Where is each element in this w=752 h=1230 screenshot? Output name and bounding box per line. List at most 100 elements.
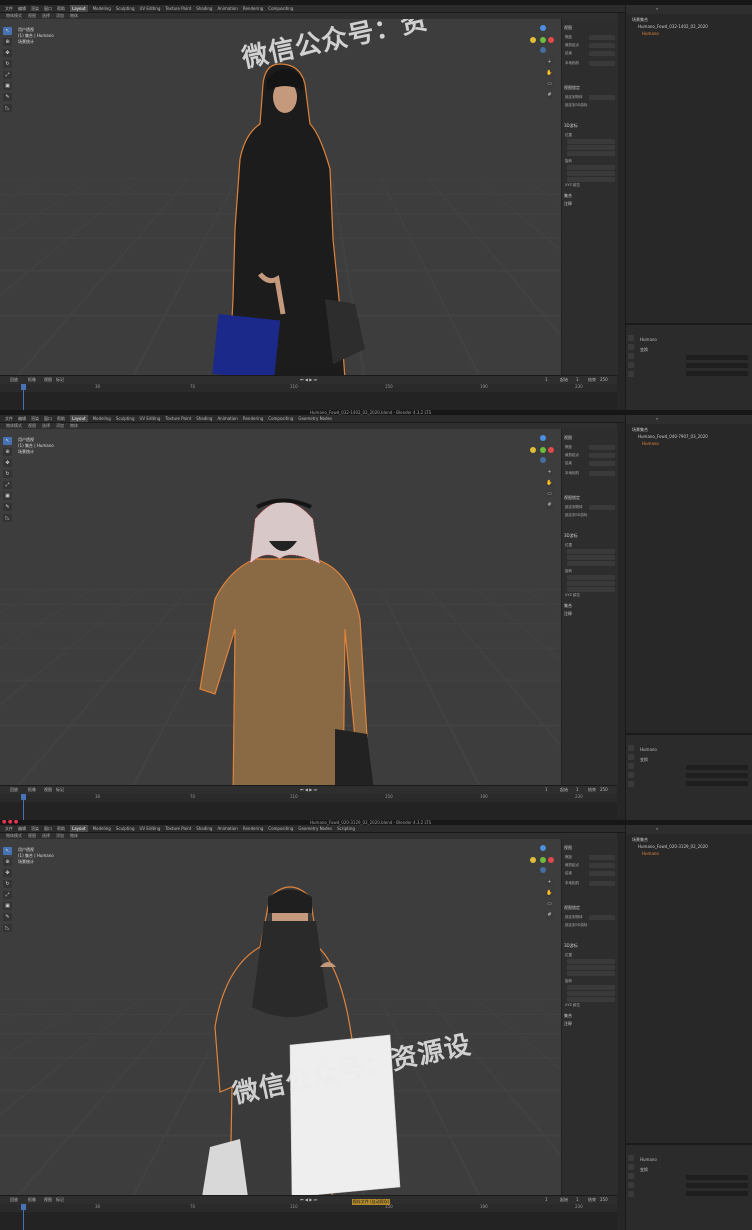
transform-tool-icon[interactable]: ▣: [3, 902, 12, 910]
select-tool-icon[interactable]: ↖: [3, 27, 12, 35]
tab-geometry-nodes[interactable]: Geometry Nodes: [298, 825, 332, 832]
focal-length-value[interactable]: [589, 445, 615, 450]
outliner-scene-collection[interactable]: 场景集合: [632, 17, 648, 23]
z-axis-icon[interactable]: [540, 845, 546, 851]
rot-y-value[interactable]: [567, 171, 615, 176]
scale-field[interactable]: [686, 781, 748, 786]
focal-length-field[interactable]: 焦距: [565, 855, 615, 860]
scale-field[interactable]: [686, 1191, 748, 1196]
lock-object-field[interactable]: 锁定到物体: [565, 505, 615, 510]
cursor-z-value[interactable]: [567, 971, 615, 976]
tab-compositing[interactable]: Compositing: [268, 415, 293, 422]
rot-y-value[interactable]: [567, 991, 615, 996]
rot-z-field[interactable]: [565, 177, 615, 182]
y-axis-icon[interactable]: [530, 37, 536, 43]
outliner-collection-row[interactable]: Humano_Fowd_020-3129_02_2020: [638, 844, 708, 849]
rotate-tool-icon[interactable]: ↻: [3, 60, 12, 68]
frame-end-field[interactable]: 250: [600, 376, 608, 384]
tab-layout[interactable]: Layout: [70, 825, 88, 832]
move-tool-icon[interactable]: ✥: [3, 869, 12, 877]
tab-modeling[interactable]: Modeling: [93, 825, 111, 832]
clip-end-field[interactable]: 结束: [565, 461, 615, 466]
cursor-x-value[interactable]: [567, 549, 615, 554]
cursor-x-field[interactable]: [565, 959, 615, 964]
object-props-icon[interactable]: [628, 1182, 634, 1188]
outliner-search-icon[interactable]: ⌕: [656, 6, 658, 11]
cursor-tool-icon[interactable]: ⊕: [3, 858, 12, 866]
focal-length-value[interactable]: [589, 35, 615, 40]
scale-field[interactable]: [686, 371, 748, 376]
menu-window[interactable]: 窗口: [44, 5, 52, 12]
rotation-field[interactable]: [686, 1183, 748, 1188]
cursor-z-field[interactable]: [565, 971, 615, 976]
playback-controls-icon[interactable]: ⏮ ◀ ▶ ⏭: [300, 1196, 317, 1204]
rot-z-value[interactable]: [567, 177, 615, 182]
rot-y-field[interactable]: [565, 171, 615, 176]
tab-animation[interactable]: Animation: [217, 5, 237, 12]
location-field[interactable]: [686, 1175, 748, 1180]
cursor-y-value[interactable]: [567, 965, 615, 970]
menu-edit[interactable]: 编辑: [18, 415, 26, 422]
current-frame-field[interactable]: 1: [545, 1196, 548, 1204]
frame-start-field[interactable]: 1: [576, 376, 579, 384]
rot-mode-field[interactable]: XYZ 欧拉: [565, 593, 615, 598]
outliner-object-row[interactable]: Humano: [642, 441, 659, 446]
rot-y-field[interactable]: [565, 581, 615, 586]
local-camera-value[interactable]: [589, 61, 615, 66]
cursor-x-value[interactable]: [567, 139, 615, 144]
rot-y-value[interactable]: [567, 581, 615, 586]
neg-z-axis-icon[interactable]: [540, 867, 546, 873]
human-model-thobe[interactable]: [195, 479, 375, 785]
tab-modeling[interactable]: Modeling: [93, 5, 111, 12]
y-axis-icon[interactable]: [540, 447, 546, 453]
tab-texture-paint[interactable]: Texture Paint: [165, 5, 191, 12]
timeline-keying[interactable]: 抠像: [28, 786, 36, 794]
clip-end-field[interactable]: 结束: [565, 51, 615, 56]
clip-end-value[interactable]: [589, 871, 615, 876]
tab-uv-editing[interactable]: UV Editing: [140, 825, 161, 832]
tab-compositing[interactable]: Compositing: [268, 5, 293, 12]
cursor-x-field[interactable]: [565, 549, 615, 554]
timeline-marker[interactable]: 标记: [56, 1196, 64, 1204]
tab-compositing[interactable]: Compositing: [268, 825, 293, 832]
output-props-icon[interactable]: [628, 353, 634, 359]
outliner-search-icon[interactable]: ⌕: [656, 826, 658, 831]
frame-end-field[interactable]: 250: [600, 786, 608, 794]
neg-z-axis-icon[interactable]: [540, 47, 546, 53]
navigation-gizmo[interactable]: [530, 435, 556, 465]
tab-layout[interactable]: Layout: [70, 5, 88, 12]
zoom-icon[interactable]: +: [546, 469, 553, 476]
tool-props-icon[interactable]: [628, 745, 634, 751]
rot-z-field[interactable]: [565, 997, 615, 1002]
3d-viewport[interactable]: ↖ ⊕ ✥ ↻ ⤢ ▣ ✎ ◺ 用户透视 (1) 集合 | Humano 场景统…: [0, 429, 617, 785]
clip-start-field[interactable]: 裁剪起点: [565, 863, 615, 868]
annotate-tool-icon[interactable]: ✎: [3, 913, 12, 921]
rot-z-value[interactable]: [567, 587, 615, 592]
output-props-icon[interactable]: [628, 1173, 634, 1179]
lock-object-value[interactable]: [589, 95, 615, 100]
cursor-x-value[interactable]: [567, 959, 615, 964]
outliner-collection-row[interactable]: Humano_Fowd_032-1402_02_2020: [638, 24, 708, 29]
rot-mode-field[interactable]: XYZ 欧拉: [565, 183, 615, 188]
playback-controls-icon[interactable]: ⏮ ◀ ▶ ⏭: [300, 786, 317, 794]
tab-shading[interactable]: Shading: [196, 825, 212, 832]
focal-length-field[interactable]: 焦距: [565, 445, 615, 450]
clip-start-value[interactable]: [589, 453, 615, 458]
cursor-z-field[interactable]: [565, 151, 615, 156]
tab-sculpting[interactable]: Sculpting: [116, 415, 135, 422]
local-camera-field[interactable]: 本地相机: [565, 471, 615, 476]
rot-z-field[interactable]: [565, 587, 615, 592]
neg-z-axis-icon[interactable]: [540, 457, 546, 463]
x-axis-icon[interactable]: [548, 857, 554, 863]
render-props-icon[interactable]: [628, 1164, 634, 1170]
outliner-scene-collection[interactable]: 场景集合: [632, 837, 648, 843]
timeline-keying[interactable]: 抠像: [28, 1196, 36, 1204]
menu-window[interactable]: 窗口: [44, 825, 52, 832]
outliner-collection-row[interactable]: Humano_Fowd_040-7907_03_2020: [638, 434, 708, 439]
timeline-ruler[interactable]: 1 30 70 110 150 190 230: [0, 1204, 617, 1212]
rot-z-value[interactable]: [567, 997, 615, 1002]
rot-x-value[interactable]: [567, 165, 615, 170]
timeline-track-area[interactable]: [0, 392, 617, 410]
timeline-view[interactable]: 视图: [44, 1196, 52, 1204]
rot-x-field[interactable]: [565, 985, 615, 990]
